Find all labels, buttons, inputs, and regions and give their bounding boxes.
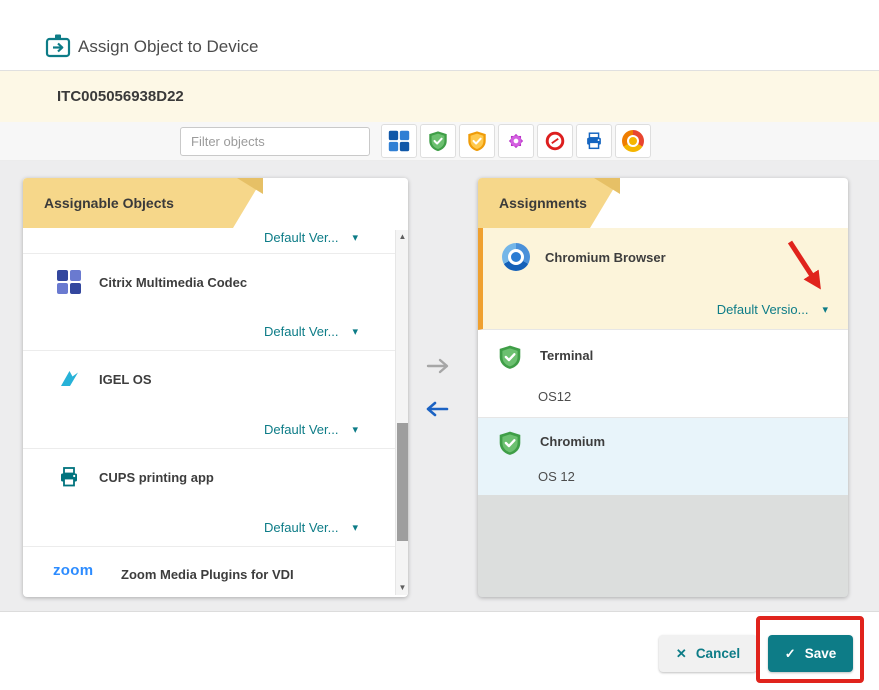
- item-title: Citrix Multimedia Codec: [99, 275, 247, 290]
- list-item-partial[interactable]: Default Ver... ▾: [23, 228, 408, 254]
- assignments-header: Assignments: [478, 178, 848, 228]
- version-dropdown[interactable]: Default Ver... ▾: [264, 422, 358, 437]
- item-title: Terminal: [540, 348, 593, 363]
- annotation-arrow: [780, 236, 834, 302]
- shield-green-filter-icon[interactable]: [420, 124, 456, 158]
- assign-object-dialog: Assign Object to Device ITC005056938D22: [0, 0, 879, 690]
- version-dropdown[interactable]: Default Versio... ▾: [717, 302, 828, 317]
- filter-bar: [0, 122, 879, 161]
- device-id: ITC005056938D22: [57, 71, 184, 122]
- assignable-item-cups-printing-app[interactable]: CUPS printing app Default Ver... ▾: [23, 449, 408, 547]
- unassign-left-arrow-button[interactable]: [423, 399, 449, 419]
- browser-multicolor-filter-icon[interactable]: [615, 124, 651, 158]
- footer-divider: [0, 611, 879, 612]
- shield-orange-filter-icon[interactable]: [459, 124, 495, 158]
- version-dropdown[interactable]: Default Ver... ▾: [264, 324, 358, 339]
- caret-down-icon: ▾: [352, 325, 358, 338]
- assign-device-icon: [44, 33, 72, 59]
- scroll-down-icon[interactable]: ▼: [396, 581, 408, 595]
- assignable-objects-header: Assignable Objects: [23, 178, 408, 228]
- caret-down-icon: ▾: [352, 423, 358, 436]
- assign-right-arrow-button[interactable]: [426, 356, 452, 376]
- assignable-objects-panel: Assignable Objects Default Ver... ▾ Citr…: [23, 178, 408, 597]
- item-title: Zoom Media Plugins for VDI: [121, 567, 294, 582]
- object-type-filter-strip: [381, 124, 651, 158]
- close-icon: ✕: [676, 646, 687, 662]
- assignment-item-chromium-browser[interactable]: Chromium Browser Default Versio... ▾: [478, 228, 848, 330]
- citrix-codec-icon: [57, 270, 81, 294]
- scrollbar-thumb[interactable]: [397, 423, 408, 541]
- igel-os-icon: [57, 367, 81, 396]
- item-title: Chromium: [540, 434, 605, 449]
- shield-green-icon: [497, 344, 523, 375]
- assignable-objects-title: Assignable Objects: [23, 178, 263, 228]
- item-os-label: OS 12: [538, 469, 575, 484]
- caret-down-icon: ▾: [352, 231, 358, 244]
- caret-down-icon: ▾: [352, 521, 358, 534]
- cancel-button[interactable]: ✕ Cancel: [659, 635, 757, 672]
- assignments-panel: Assignments Chromium Browser Default Ver…: [478, 178, 848, 597]
- item-title: IGEL OS: [99, 372, 152, 387]
- item-title: Chromium Browser: [545, 250, 666, 265]
- assignment-item-terminal[interactable]: Terminal OS12: [478, 330, 848, 418]
- version-dropdown[interactable]: Default Ver... ▾: [264, 230, 358, 245]
- ring-red-filter-icon[interactable]: [537, 124, 573, 158]
- citrix-apps-filter-icon[interactable]: [381, 124, 417, 158]
- list-scrollbar[interactable]: ▲ ▼: [395, 230, 408, 595]
- cups-printer-icon: [57, 465, 81, 494]
- dialog-header: Assign Object to Device: [0, 0, 879, 70]
- assignable-objects-list: Default Ver... ▾ Citrix Multimedia Codec…: [23, 228, 408, 594]
- assignable-item-zoom-media-plugins[interactable]: zoom Zoom Media Plugins for VDI: [23, 547, 408, 594]
- chromium-browser-icon: [502, 243, 530, 276]
- assignable-item-citrix-multimedia-codec[interactable]: Citrix Multimedia Codec Default Ver... ▾: [23, 254, 408, 351]
- device-bar: ITC005056938D22: [0, 71, 879, 122]
- printer-blue-filter-icon[interactable]: [576, 124, 612, 158]
- filter-objects-input[interactable]: [180, 127, 370, 156]
- item-os-label: OS12: [538, 389, 571, 404]
- assignment-item-chromium[interactable]: Chromium OS 12: [478, 418, 848, 495]
- dialog-title: Assign Object to Device: [78, 37, 258, 57]
- assignable-item-igel-os[interactable]: IGEL OS Default Ver... ▾: [23, 351, 408, 449]
- gear-purple-filter-icon[interactable]: [498, 124, 534, 158]
- version-dropdown[interactable]: Default Ver... ▾: [264, 520, 358, 535]
- check-icon: ✓: [785, 646, 796, 662]
- save-button[interactable]: ✓ Save: [768, 635, 853, 672]
- item-title: CUPS printing app: [99, 470, 214, 485]
- shield-green-icon: [497, 430, 523, 461]
- assignments-title: Assignments: [478, 178, 620, 228]
- zoom-logo-icon: zoom: [53, 562, 93, 579]
- scroll-up-icon[interactable]: ▲: [396, 230, 408, 244]
- caret-down-icon: ▾: [822, 303, 828, 316]
